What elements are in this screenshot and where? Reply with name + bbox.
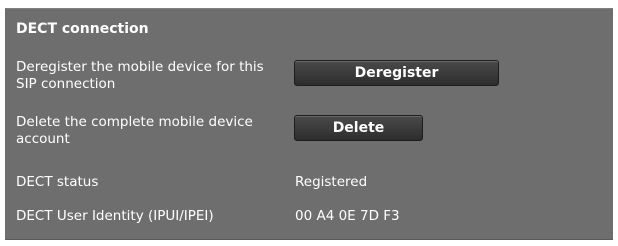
delete-button[interactable]: Delete <box>294 115 423 141</box>
page: DECT connection Deregister the mobile de… <box>0 0 618 246</box>
dect-connection-panel: DECT connection Deregister the mobile de… <box>5 8 613 240</box>
deregister-button[interactable]: Deregister <box>294 60 499 86</box>
dect-status-label: DECT status <box>16 174 99 190</box>
dect-identity-value: 00 A4 0E 7D F3 <box>295 208 400 224</box>
dect-status-value: Registered <box>295 174 368 190</box>
deregister-label: Deregister the mobile device for this SI… <box>16 59 264 92</box>
delete-label: Delete the complete mobile device accoun… <box>16 114 253 147</box>
dect-identity-label: DECT User Identity (IPUI/IPEI) <box>16 208 214 224</box>
section-title: DECT connection <box>16 21 149 37</box>
